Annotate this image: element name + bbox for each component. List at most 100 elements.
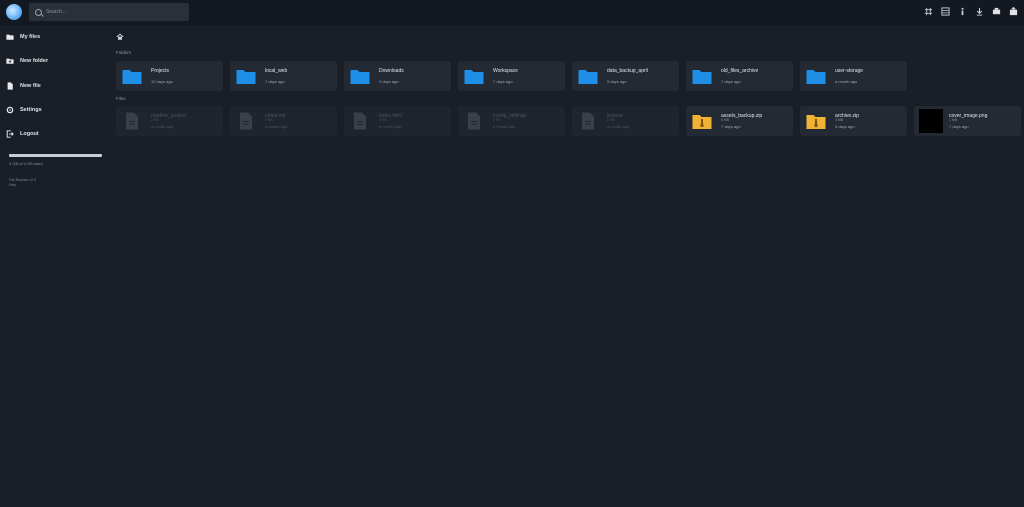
search-input[interactable] xyxy=(46,9,176,15)
document-icon xyxy=(464,112,484,130)
folder-card[interactable]: data_backup_april 5 days ago xyxy=(572,61,679,91)
folder-icon xyxy=(692,67,712,85)
file-size: 1 KB xyxy=(607,118,615,122)
folder-name: data_backup_april xyxy=(607,68,648,74)
folder-name: user-storage xyxy=(835,68,864,74)
folder-card[interactable]: old_files_archive 7 days ago xyxy=(686,61,793,91)
file-card[interactable]: readme_project 1 KB a month ago xyxy=(116,106,223,136)
sidebar-item-label: New folder xyxy=(20,58,49,64)
folder-modified: 7 days ago xyxy=(493,79,513,84)
file-card[interactable]: archive.zip 3 MB 3 days ago xyxy=(800,106,907,136)
folder-icon xyxy=(122,67,142,85)
folder-modified: 12 days ago xyxy=(151,79,173,84)
folder-modified: 7 days ago xyxy=(265,79,285,84)
file-card[interactable]: cover_image.png 1 MB 7 days ago xyxy=(914,106,1021,136)
upload-icon[interactable] xyxy=(1009,7,1018,16)
sidebar-item-settings[interactable]: Settings xyxy=(6,104,102,116)
folder-icon xyxy=(350,67,370,85)
file-modified: 3 days ago xyxy=(835,124,855,129)
sidebar: My files New folder New file Settings Lo… xyxy=(0,25,108,507)
sidebar-item-label: My files xyxy=(20,34,41,40)
version-info: File Browser v2.0 Help xyxy=(9,178,36,188)
file-card[interactable]: license 1 KB a month ago xyxy=(572,106,679,136)
info-icon[interactable] xyxy=(958,7,967,16)
folder-name: Workspace xyxy=(493,68,518,74)
folder-icon xyxy=(236,67,256,85)
folder-icon xyxy=(578,67,598,85)
sidebar-item-label: Settings xyxy=(20,107,42,113)
file-name: cover_image.png xyxy=(949,113,988,119)
folder-modified: 5 days ago xyxy=(607,79,627,84)
archive-icon xyxy=(692,112,712,130)
sidebar-item-logout[interactable]: Logout xyxy=(6,128,102,140)
storage-progress-fill xyxy=(9,154,102,157)
folder-card[interactable]: Downloads 3 days ago xyxy=(344,61,451,91)
file-size: 4 KB xyxy=(379,118,387,122)
folder-name: local_web xyxy=(265,68,288,74)
file-name: config_settings xyxy=(493,113,527,119)
document-icon xyxy=(350,112,370,130)
folder-icon xyxy=(6,33,14,41)
file-size: 2 KB xyxy=(265,118,273,122)
file-modified: a month ago xyxy=(493,124,516,129)
file-size: 6 MB xyxy=(721,118,730,122)
folder-name: Downloads xyxy=(379,68,404,74)
sidebar-item-new-folder[interactable]: New folder xyxy=(6,55,102,67)
file-size: 1 KB xyxy=(493,118,501,122)
file-modified: a month ago xyxy=(379,124,402,129)
help-link[interactable]: Help xyxy=(9,183,36,188)
search-box[interactable] xyxy=(29,3,189,21)
header-actions xyxy=(924,7,1018,16)
new-folder-icon xyxy=(6,57,14,65)
sidebar-item-label: New file xyxy=(20,83,41,89)
file-size: 1 KB xyxy=(151,118,159,122)
folder-name: Projects xyxy=(151,68,170,74)
document-icon xyxy=(578,112,598,130)
folder-card[interactable]: user-storage a month ago xyxy=(800,61,907,91)
folder-card[interactable]: local_web 7 days ago xyxy=(230,61,337,91)
file-name: index.html xyxy=(379,113,402,119)
document-icon xyxy=(122,112,142,130)
file-card[interactable]: assets_backup.zip 6 MB 7 days ago xyxy=(686,106,793,136)
folder-card[interactable]: Workspace 7 days ago xyxy=(458,61,565,91)
file-size: 1 MB xyxy=(949,118,958,122)
sidebar-item-my-files[interactable]: My files xyxy=(6,31,102,43)
storage-progress-bar xyxy=(9,154,102,157)
folders-section-label: Folders xyxy=(116,50,132,55)
sidebar-item-new-file[interactable]: New file xyxy=(6,80,102,92)
folder-modified: 3 days ago xyxy=(379,79,399,84)
new-file-icon xyxy=(6,82,14,90)
home-icon[interactable] xyxy=(116,28,124,40)
file-card[interactable]: config_settings 1 KB a month ago xyxy=(458,106,565,136)
file-modified: a month ago xyxy=(607,124,630,129)
gear-icon xyxy=(6,106,14,114)
archive-icon xyxy=(806,112,826,130)
file-modified: 7 days ago xyxy=(949,124,969,129)
file-name: license xyxy=(607,113,623,119)
list-view-icon[interactable] xyxy=(941,7,950,16)
app-logo[interactable] xyxy=(6,4,22,20)
file-name: notes.md xyxy=(265,113,286,119)
sidebar-item-label: Logout xyxy=(20,131,39,137)
file-modified: 7 days ago xyxy=(721,124,741,129)
storage-usage-text: 4 GB of 4 GB used xyxy=(9,161,43,166)
files-section-label: Files xyxy=(116,96,126,101)
folder-card[interactable]: Projects 12 days ago xyxy=(116,61,223,91)
file-card[interactable]: index.html 4 KB a month ago xyxy=(344,106,451,136)
file-name: archive.zip xyxy=(835,113,859,119)
grid-view-icon[interactable] xyxy=(924,7,933,16)
file-modified: a month ago xyxy=(151,124,174,129)
folder-modified: a month ago xyxy=(835,79,858,84)
file-size: 3 MB xyxy=(835,118,844,122)
logout-icon xyxy=(6,130,14,138)
download-icon[interactable] xyxy=(975,7,984,16)
file-card[interactable]: notes.md 2 KB a month ago xyxy=(230,106,337,136)
image-thumbnail xyxy=(919,109,943,133)
document-icon xyxy=(236,112,256,130)
folder-modified: 7 days ago xyxy=(721,79,741,84)
file-name: readme_project xyxy=(151,113,186,119)
folder-icon xyxy=(806,67,826,85)
print-icon[interactable] xyxy=(992,7,1001,16)
folder-icon xyxy=(464,67,484,85)
top-bar xyxy=(0,0,1024,25)
